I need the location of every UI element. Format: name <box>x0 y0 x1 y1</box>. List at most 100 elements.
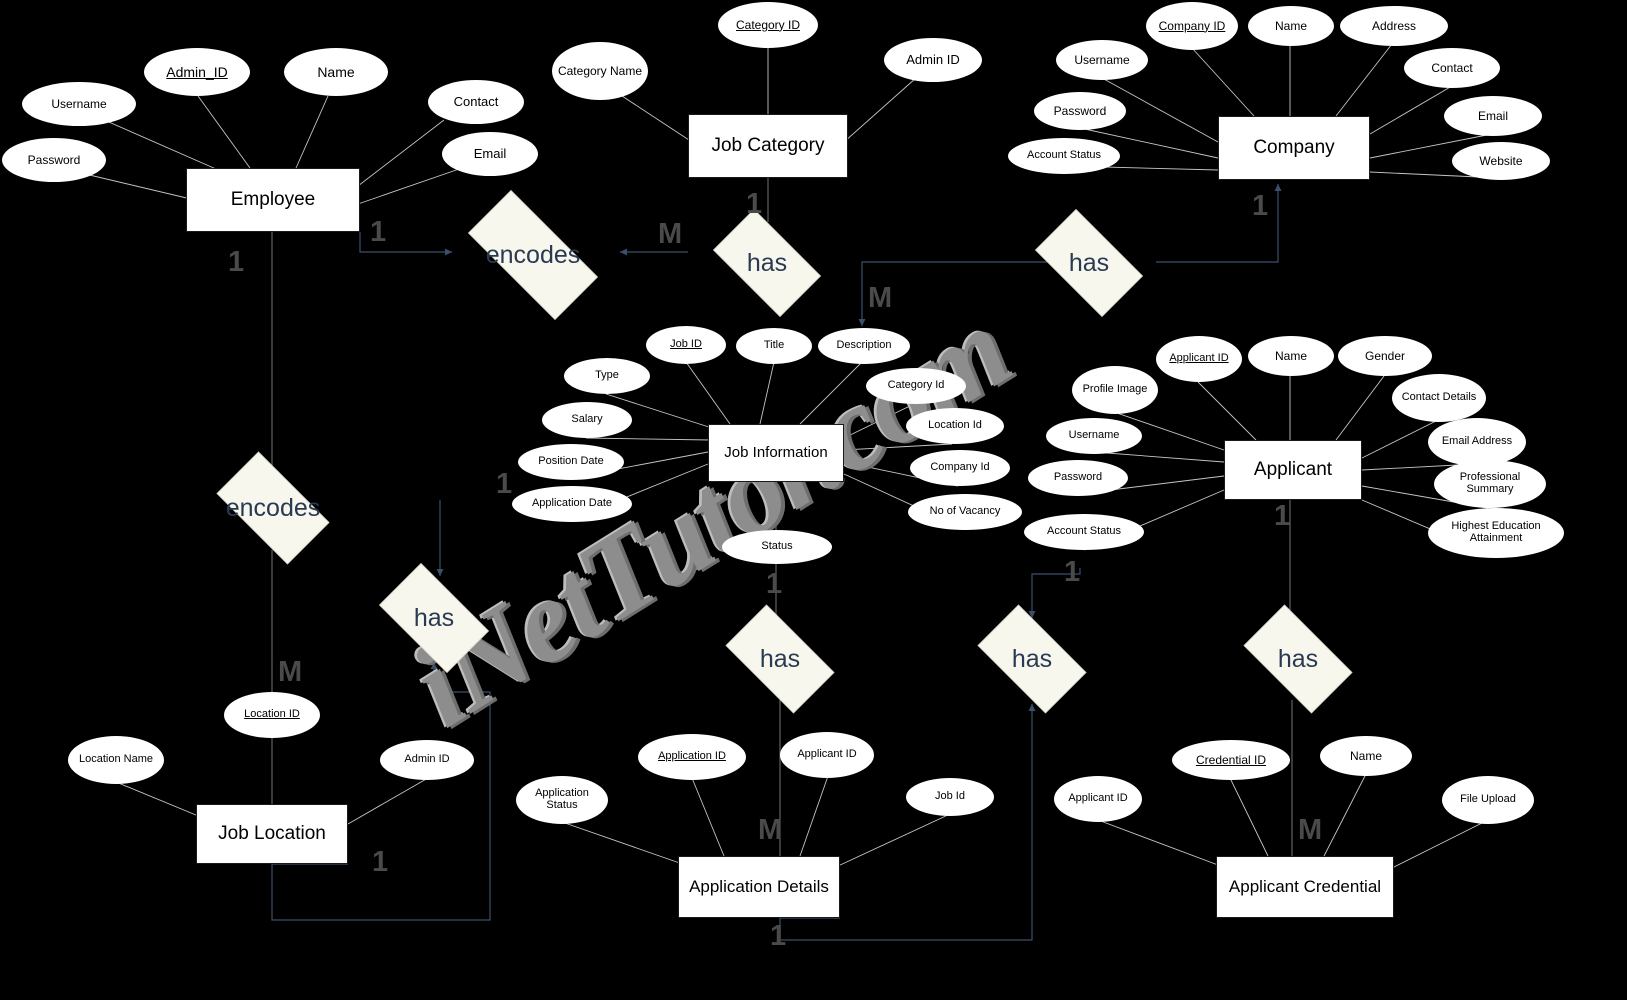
attribute-label: Credential ID <box>1195 752 1267 767</box>
attribute-company-address[interactable]: Address <box>1340 6 1448 46</box>
entity-application_details[interactable]: Application Details <box>678 856 840 918</box>
attribute-employee-username[interactable]: Username <box>22 82 136 126</box>
attribute-label: Name <box>1349 748 1382 763</box>
attribute-connector <box>799 361 863 425</box>
attribute-connector <box>1093 451 1225 463</box>
attribute-job_location-admin-id[interactable]: Admin ID <box>380 740 474 780</box>
attribute-job_information-job-id[interactable]: Job ID <box>646 326 726 364</box>
attribute-applicant_credential-credential-id[interactable]: Credential ID <box>1172 740 1290 780</box>
attribute-connector <box>1197 381 1257 441</box>
attribute-label: Job ID <box>670 338 702 351</box>
attribute-applicant-gender[interactable]: Gender <box>1338 336 1432 376</box>
relationship-rel_employee_joblocation[interactable]: encodes <box>202 451 344 565</box>
attribute-job_information-description[interactable]: Description <box>818 328 910 364</box>
attribute-job_information-title[interactable]: Title <box>736 328 812 364</box>
attribute-label: Application Status <box>535 787 589 811</box>
attribute-connector <box>357 119 445 187</box>
attribute-applicant-account-status[interactable]: Account Status <box>1024 514 1144 550</box>
attribute-label: Location Name <box>79 753 153 766</box>
attribute-job_category-category-id[interactable]: Category ID <box>718 2 818 48</box>
relationship-label: has <box>1277 644 1319 673</box>
attribute-label: Title <box>763 339 785 352</box>
attribute-connector <box>1361 419 1439 459</box>
attribute-label: No of Vacancy <box>929 505 1001 518</box>
cardinality-marker: M <box>868 282 893 314</box>
attribute-connector <box>1097 819 1227 869</box>
attribute-company-username[interactable]: Username <box>1056 40 1148 80</box>
attribute-employee-name[interactable]: Name <box>284 48 388 96</box>
attribute-applicant-name[interactable]: Name <box>1248 336 1334 376</box>
attribute-application_details-job-id[interactable]: Job Id <box>906 778 994 816</box>
attribute-job_information-no-of-vacancy[interactable]: No of Vacancy <box>908 494 1022 530</box>
relationship-rel_applicant_credential[interactable]: has <box>1230 604 1366 714</box>
attribute-company-name[interactable]: Name <box>1248 6 1334 46</box>
attribute-applicant_credential-file-upload[interactable]: File Upload <box>1442 776 1534 824</box>
entity-job_category[interactable]: Job Category <box>688 114 848 178</box>
attribute-applicant-contact-details[interactable]: Contact Details <box>1392 374 1486 422</box>
attribute-label: Company ID <box>1158 18 1226 33</box>
attribute-connector <box>1335 375 1385 441</box>
attribute-job_location-location-id[interactable]: Location ID <box>224 692 320 738</box>
attribute-applicant-username[interactable]: Username <box>1046 418 1142 454</box>
er-diagram-canvas: iNetTutor.com Employee Job Category Compan… <box>0 0 1627 1000</box>
attribute-job_information-application-date[interactable]: Application Date <box>512 486 632 522</box>
attribute-employee-admin-id[interactable]: Admin_ID <box>144 48 250 96</box>
attribute-job_category-category-name[interactable]: Category Name <box>552 42 648 100</box>
cardinality-marker: 1 <box>370 216 387 248</box>
attribute-applicant_credential-name[interactable]: Name <box>1320 736 1412 776</box>
entity-job_information[interactable]: Job Information <box>708 424 844 482</box>
attribute-connector <box>585 437 711 441</box>
attribute-employee-contact[interactable]: Contact <box>428 80 524 124</box>
attribute-application_details-applicant-id[interactable]: Applicant ID <box>780 732 874 778</box>
attribute-application_details-application-id[interactable]: Application ID <box>638 734 746 780</box>
attribute-job_information-position-date[interactable]: Position Date <box>518 444 624 480</box>
attribute-job_information-location-id[interactable]: Location Id <box>906 408 1004 444</box>
relationship-label: has <box>759 644 801 673</box>
attribute-job_category-admin-id[interactable]: Admin ID <box>884 38 982 82</box>
attribute-label: Username <box>51 96 107 111</box>
attribute-applicant-applicant-id[interactable]: Applicant ID <box>1156 336 1242 382</box>
attribute-label: Email <box>1477 108 1508 123</box>
attribute-applicant-professional-summary[interactable]: Professional Summary <box>1434 460 1546 508</box>
relationship-rel_joblocation_jobinfo[interactable]: has <box>366 563 502 673</box>
cardinality-marker: 1 <box>770 920 787 952</box>
attribute-company-account-status[interactable]: Account Status <box>1008 138 1120 174</box>
attribute-company-contact[interactable]: Contact <box>1404 48 1500 88</box>
attribute-employee-email[interactable]: Email <box>442 132 538 176</box>
attribute-job_information-status[interactable]: Status <box>722 530 832 564</box>
attribute-job_information-type[interactable]: Type <box>564 358 650 394</box>
attribute-label: Account Status <box>1027 149 1101 162</box>
entity-applicant[interactable]: Applicant <box>1224 440 1362 500</box>
attribute-job_information-company-id[interactable]: Company Id <box>910 450 1010 486</box>
entity-applicant_credential[interactable]: Applicant Credential <box>1216 856 1394 918</box>
entity-job_location[interactable]: Job Location <box>196 804 348 864</box>
relationship-rel_applicant_application[interactable]: has <box>964 604 1100 714</box>
attribute-company-email[interactable]: Email <box>1444 96 1542 136</box>
entity-company[interactable]: Company <box>1218 116 1370 180</box>
attribute-label: Address <box>1371 18 1417 33</box>
attribute-connector <box>837 813 951 867</box>
attribute-job_location-location-name[interactable]: Location Name <box>68 736 164 784</box>
relationship-label: encodes <box>485 240 581 269</box>
attribute-applicant_credential-applicant-id[interactable]: Applicant ID <box>1054 776 1142 822</box>
attribute-applicant-email-address[interactable]: Email Address <box>1428 418 1526 466</box>
relationship-rel_jobcategory_jobinfo[interactable]: has <box>700 209 834 317</box>
attribute-job_information-salary[interactable]: Salary <box>542 402 632 438</box>
entity-employee[interactable]: Employee <box>186 168 360 232</box>
attribute-applicant-password[interactable]: Password <box>1028 460 1128 496</box>
attribute-label: Contact Details <box>1401 391 1477 404</box>
attribute-company-website[interactable]: Website <box>1452 142 1550 180</box>
attribute-company-password[interactable]: Password <box>1034 92 1126 130</box>
attribute-label: Password <box>1053 103 1107 118</box>
relationship-rel_employee_jobcategory[interactable]: encodes <box>446 190 620 320</box>
attribute-application_details-application-status[interactable]: Application Status <box>516 776 608 824</box>
attribute-label: Applicant ID <box>1169 352 1229 365</box>
attribute-applicant-profile-image[interactable]: Profile Image <box>1072 366 1158 414</box>
attribute-label: Applicant ID <box>797 748 857 761</box>
attribute-employee-password[interactable]: Password <box>2 138 106 182</box>
attribute-company-company-id[interactable]: Company ID <box>1146 2 1238 50</box>
relationship-rel_jobinfo_company[interactable]: has <box>1022 209 1156 317</box>
attribute-applicant-highest-education-attainment[interactable]: Highest Education Attainment <box>1428 508 1564 558</box>
relationship-rel_jobinfo_application[interactable]: has <box>712 604 848 714</box>
attribute-job_information-category-id[interactable]: Category Id <box>866 368 966 404</box>
